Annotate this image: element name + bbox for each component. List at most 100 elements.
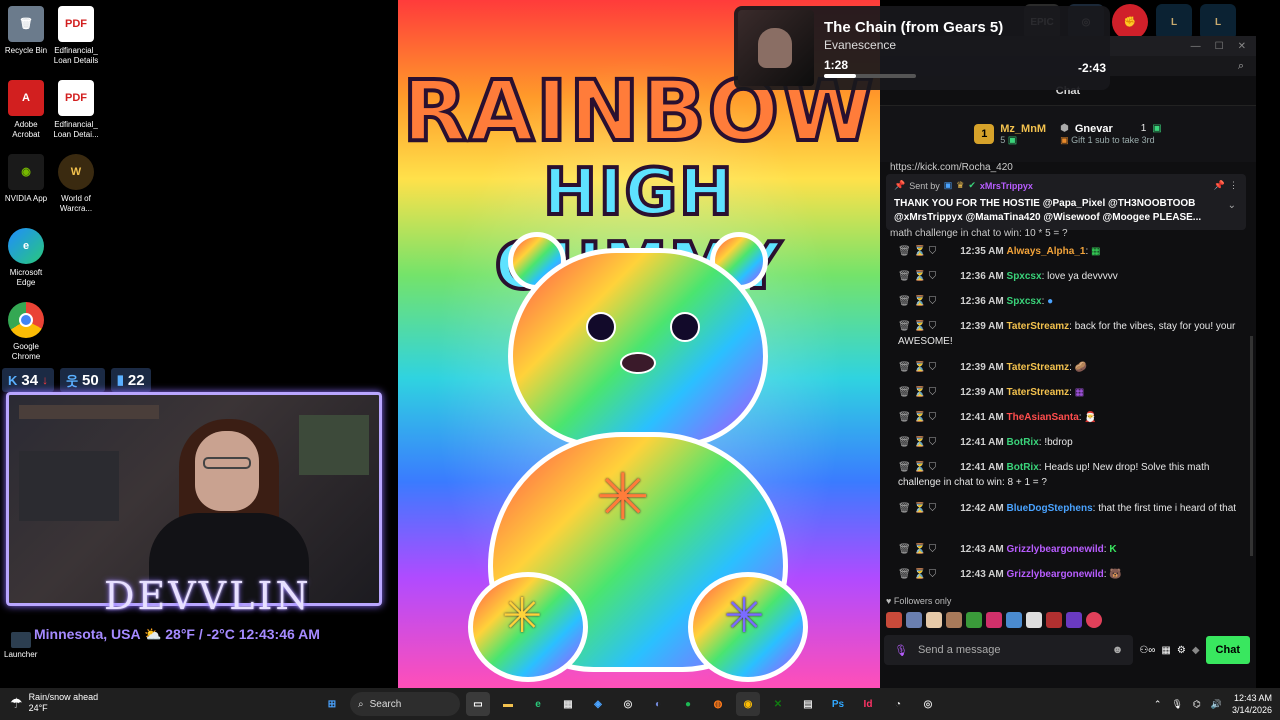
emote-icon[interactable] — [1006, 612, 1022, 628]
mod-tools-icon[interactable]: 🗑 ⏳ ⛉ — [898, 321, 936, 332]
now-playing-overlay[interactable]: The Chain (from Gears 5) Evanescence 1:2… — [734, 6, 1110, 90]
chat-username[interactable]: Grizzlybeargonewild — [1007, 569, 1104, 580]
chat-username[interactable]: TaterStreamz — [1007, 321, 1070, 332]
emote-icon[interactable] — [946, 612, 962, 628]
start-icon[interactable]: ⊞ — [320, 692, 344, 716]
mod-tools-icon[interactable]: 🗑 ⏳ ⛉ — [898, 246, 936, 257]
track-artist: Evanescence — [824, 37, 897, 52]
chat-username[interactable]: Grizzlybeargonewild — [1007, 544, 1104, 555]
xbox-icon[interactable]: ✕ — [766, 692, 790, 716]
points-icon[interactable]: ⚇∞ — [1139, 645, 1155, 656]
pdf-shortcut-2[interactable]: PDF Edfinancial_ Loan Detai... — [50, 80, 102, 140]
chat-username[interactable]: BlueDogStephens — [1007, 503, 1093, 514]
app-icon[interactable]: ▤ — [796, 692, 820, 716]
adobe-acrobat-shortcut[interactable]: A Adobe Acrobat — [0, 80, 52, 140]
store-icon[interactable]: ▦ — [1161, 645, 1170, 656]
pdf-shortcut-1[interactable]: PDF Edfinancial_ Loan Details — [50, 6, 102, 66]
chat-username[interactable]: BotRix — [1007, 462, 1039, 473]
maximize-icon[interactable]: ☐ — [1215, 41, 1224, 52]
league-icon[interactable]: L — [1200, 4, 1236, 40]
network-icon[interactable]: ⌬ — [1193, 699, 1201, 710]
unpin-icon[interactable]: 📌 — [1214, 180, 1225, 191]
mod-tools-icon[interactable]: 🗑 ⏳ ⛉ — [898, 412, 936, 423]
nvidia-app-shortcut[interactable]: ◉ NVIDIA App — [0, 154, 52, 204]
emote-icon[interactable] — [1026, 612, 1042, 628]
edge-shortcut[interactable]: e Microsoft Edge — [0, 228, 52, 288]
riot-icon[interactable]: ✊ — [1112, 4, 1148, 40]
chrome-shortcut[interactable]: Google Chrome — [0, 302, 52, 362]
emote-icon[interactable] — [966, 612, 982, 628]
mod-tools-icon[interactable]: 🗑 ⏳ ⛉ — [898, 362, 936, 373]
mod-tools-icon[interactable]: 🗑 ⏳ ⛉ — [898, 569, 936, 580]
pdf-icon: PDF — [58, 6, 94, 42]
emote-bar — [886, 612, 1102, 628]
file-explorer-icon[interactable]: ▬ — [496, 692, 520, 716]
emote-icon[interactable] — [886, 612, 902, 628]
crown-icon: ♛ — [956, 180, 965, 190]
indesign-icon[interactable]: Id — [856, 692, 880, 716]
send-message-input[interactable]: 🎙 Send a message ☻ — [884, 635, 1134, 665]
recycle-bin-shortcut[interactable]: 🗑 Recycle Bin — [0, 6, 52, 56]
taskbar-search[interactable]: ⌕ Search — [350, 692, 460, 716]
taskbar-clock[interactable]: 12:43 AM 3/14/2026 — [1232, 692, 1272, 716]
discord-icon[interactable]: ◐ — [646, 692, 670, 716]
mod-tools-icon[interactable]: 🗑 ⏳ ⛉ — [898, 271, 936, 282]
chrome-icon[interactable]: ◉ — [736, 692, 760, 716]
emote-icon[interactable] — [906, 612, 922, 628]
leaf-icon: ✳ — [502, 590, 543, 643]
league-icon[interactable]: L — [1156, 4, 1192, 40]
edge-icon[interactable]: e — [526, 692, 550, 716]
spotify-icon[interactable]: ● — [676, 692, 700, 716]
chevron-down-icon[interactable]: ⌄ — [1228, 200, 1236, 211]
emoji-icon[interactable]: ☻ — [1112, 644, 1124, 656]
store-icon[interactable]: ▦ — [556, 692, 580, 716]
mic-icon[interactable]: 🎙 — [894, 644, 908, 657]
gear-icon[interactable]: ⚙ — [1177, 645, 1186, 656]
emote-icon[interactable] — [1046, 612, 1062, 628]
volume-icon[interactable]: 🔊 — [1211, 699, 1222, 710]
world-of-warcraft-shortcut[interactable]: W World of Warcra... — [50, 154, 102, 214]
chat-scrollbar[interactable] — [1250, 336, 1253, 556]
launcher-shortcut[interactable]: Launcher — [4, 632, 37, 659]
weather-widget[interactable]: ☂ Rain/snow ahead 24°F — [10, 692, 98, 714]
mod-tools-icon[interactable]: 🗑 ⏳ ⛉ — [898, 296, 936, 307]
emote-icon[interactable] — [1066, 612, 1082, 628]
steam-icon[interactable]: ◎ — [616, 692, 640, 716]
chat-username[interactable]: TaterStreamz — [1007, 362, 1070, 373]
leader-name[interactable]: Gnevar — [1075, 123, 1113, 135]
minimize-icon[interactable]: — — [1191, 41, 1201, 52]
mod-tools-icon[interactable]: 🗑 ⏳ ⛉ — [898, 437, 936, 448]
photoshop-icon[interactable]: Ps — [826, 692, 850, 716]
task-view-icon[interactable]: ▭ — [466, 692, 490, 716]
emote-icon[interactable] — [986, 612, 1002, 628]
firefox-icon[interactable]: ◍ — [706, 692, 730, 716]
chat-username[interactable]: Always_Alpha_1 — [1007, 246, 1086, 257]
chat-scrolled-text: https://kick.com/Rocha_420 — [890, 162, 1013, 173]
more-icon[interactable]: ⋮ — [1229, 180, 1238, 191]
tip-icon[interactable]: ◆ — [1192, 645, 1200, 656]
mic-icon[interactable]: 🎙 — [1171, 699, 1182, 710]
mod-tools-icon[interactable]: 🗑 ⏳ ⛉ — [898, 544, 936, 555]
mod-tools-icon[interactable]: 🗑 ⏳ ⛉ — [898, 503, 936, 514]
chat-send-button[interactable]: Chat — [1205, 636, 1250, 664]
copilot-icon[interactable]: ◈ — [586, 692, 610, 716]
zoom-icon[interactable]: ⌕ — [1238, 60, 1244, 73]
bear-eye-right — [670, 312, 700, 342]
chevron-up-icon[interactable]: ⌃ — [1154, 699, 1162, 710]
leader-name[interactable]: Mz_MnM — [1000, 123, 1046, 135]
steam-icon[interactable]: ◎ — [916, 692, 940, 716]
mod-tools-icon[interactable]: 🗑 ⏳ ⛉ — [898, 387, 936, 398]
chat-username[interactable]: TheAsianSanta — [1007, 412, 1079, 423]
pinned-message[interactable]: 📌 Sent by ▣ ♛ ✔ xMrsTrippyx 📌 ⋮ THANK YO… — [886, 174, 1246, 230]
chat-username[interactable]: BotRix — [1007, 437, 1039, 448]
close-icon[interactable]: ✕ — [1238, 41, 1246, 52]
mod-tools-icon[interactable]: 🗑 ⏳ ⛉ — [898, 462, 936, 473]
chat-username[interactable]: Spxcsx — [1007, 296, 1042, 307]
gummy-bear-illustration: ✳ ✳ ✳ — [468, 232, 808, 682]
emote-icon[interactable] — [1086, 612, 1102, 628]
chat-username[interactable]: TaterStreamz — [1007, 387, 1070, 398]
pinned-user[interactable]: xMrsTrippyx — [980, 181, 1033, 191]
obs-icon[interactable]: ◔ — [886, 692, 910, 716]
chat-username[interactable]: Spxcsx — [1007, 271, 1042, 282]
emote-icon[interactable] — [926, 612, 942, 628]
